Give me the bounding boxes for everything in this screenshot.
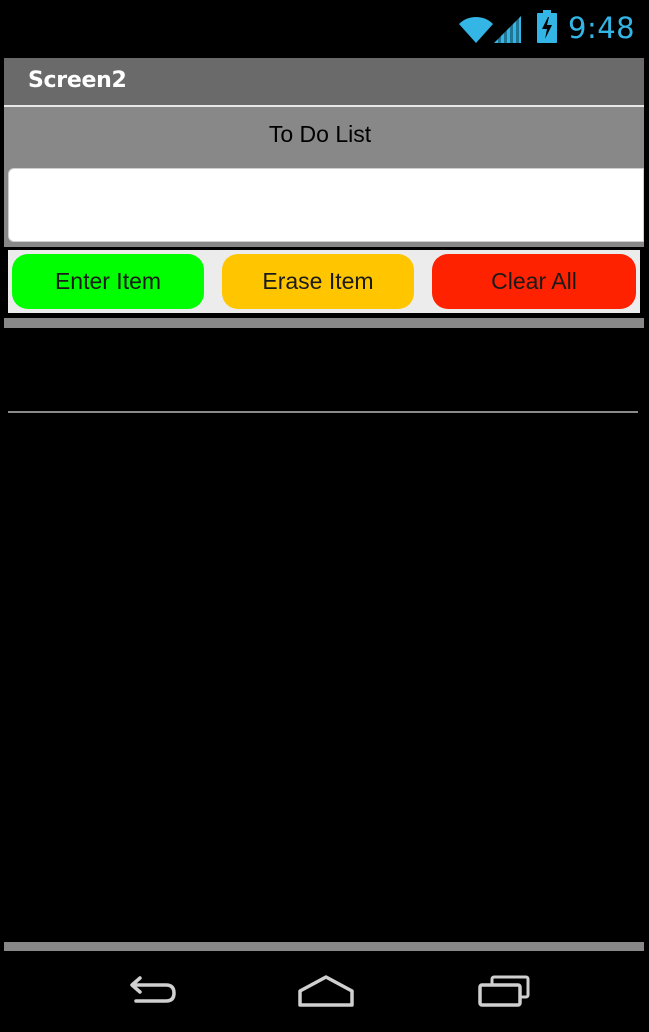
home-button[interactable]	[266, 959, 386, 1023]
recents-icon	[478, 975, 530, 1007]
list-bottom-border	[4, 942, 644, 951]
list-title-label: To Do List	[268, 121, 372, 147]
erase-item-button[interactable]: Erase Item	[222, 254, 414, 309]
recents-button[interactable]	[444, 959, 564, 1023]
home-icon	[298, 975, 354, 1007]
battery-charging-icon	[537, 10, 557, 43]
app-title-bar: Screen2	[4, 58, 644, 105]
wifi-icon	[459, 16, 493, 43]
list-item-divider	[8, 411, 638, 413]
todo-list-view[interactable]	[4, 328, 644, 942]
enter-item-button[interactable]: Enter Item	[12, 254, 204, 309]
button-row: Enter Item Erase Item Clear All	[8, 250, 640, 313]
list-top-border	[4, 318, 644, 328]
signal-icon	[494, 16, 521, 43]
header-area: To Do List	[4, 107, 644, 247]
status-clock: 9:48	[568, 11, 636, 45]
screen-title: Screen2	[28, 68, 127, 93]
navigation-bar	[0, 951, 649, 1032]
item-text-input[interactable]	[8, 168, 644, 242]
status-bar: 9:48	[0, 0, 649, 58]
back-icon	[130, 976, 176, 1003]
clear-all-button[interactable]: Clear All	[432, 254, 636, 309]
back-button[interactable]	[90, 959, 210, 1023]
